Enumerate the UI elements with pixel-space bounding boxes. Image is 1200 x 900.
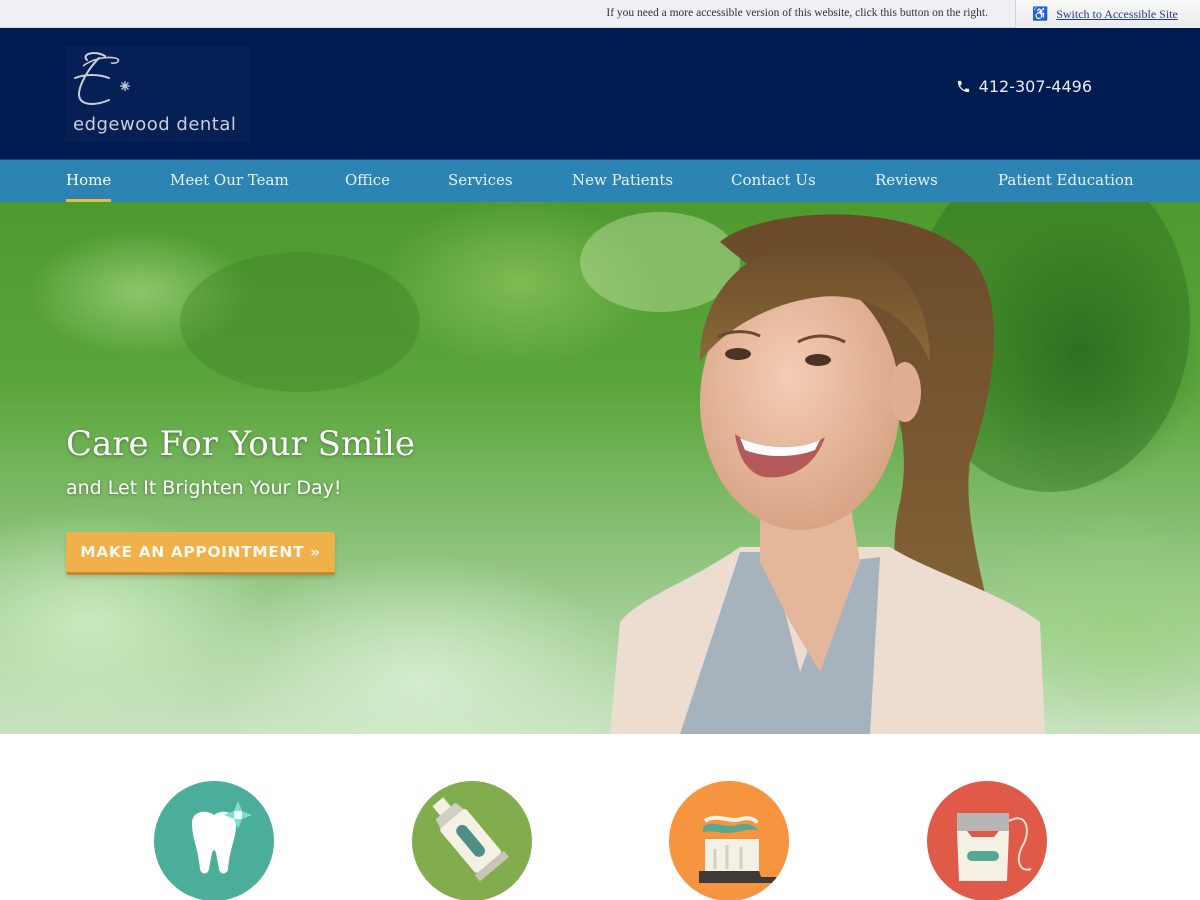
phone-number: 412-307-4496 [978,77,1092,96]
phone-link[interactable]: 412-307-4496 [956,77,1092,96]
accessibility-bar: If you need a more accessible version of… [0,0,1200,28]
hero-subtitle: and Let It Brighten Your Day! [66,477,342,499]
floss-icon[interactable] [927,781,1047,900]
tooth-sparkle-icon[interactable] [154,781,274,900]
nav-item-office[interactable]: Office [345,160,390,203]
nav-item-reviews[interactable]: Reviews [875,160,938,203]
make-appointment-button[interactable]: MAKE AN APPOINTMENT » [66,532,335,575]
wheelchair-icon: ♿ [1032,6,1049,22]
switch-accessible-site-button[interactable]: ♿ Switch to Accessible Site [1015,0,1200,28]
feature-icons-row [0,734,1200,900]
nav-item-services[interactable]: Services [448,160,513,203]
nav-item-patient-education[interactable]: Patient Education [998,160,1134,203]
hero-photo-woman [180,202,1190,734]
logo-text: edgewood dental [73,114,237,135]
logo-monogram-icon [74,52,130,105]
main-nav: Home Meet Our Team Office Services New P… [0,159,1200,203]
hero-title: Care For Your Smile [66,424,416,464]
toothbrush-icon[interactable] [669,781,789,900]
nav-item-contact-us[interactable]: Contact Us [731,160,816,203]
nav-item-new-patients[interactable]: New Patients [572,160,673,203]
site-header: edgewood dental 412-307-4496 [0,28,1200,159]
phone-icon [957,80,969,93]
nav-item-meet-our-team[interactable]: Meet Our Team [170,160,289,203]
logo[interactable]: edgewood dental [65,46,250,142]
accessibility-note: If you need a more accessible version of… [606,7,988,19]
nav-item-home[interactable]: Home [66,160,112,203]
switch-accessible-site-label: Switch to Accessible Site [1056,6,1178,21]
hero-banner: Care For Your Smile and Let It Brighten … [0,202,1200,734]
toothpaste-tube-icon[interactable] [412,781,532,900]
